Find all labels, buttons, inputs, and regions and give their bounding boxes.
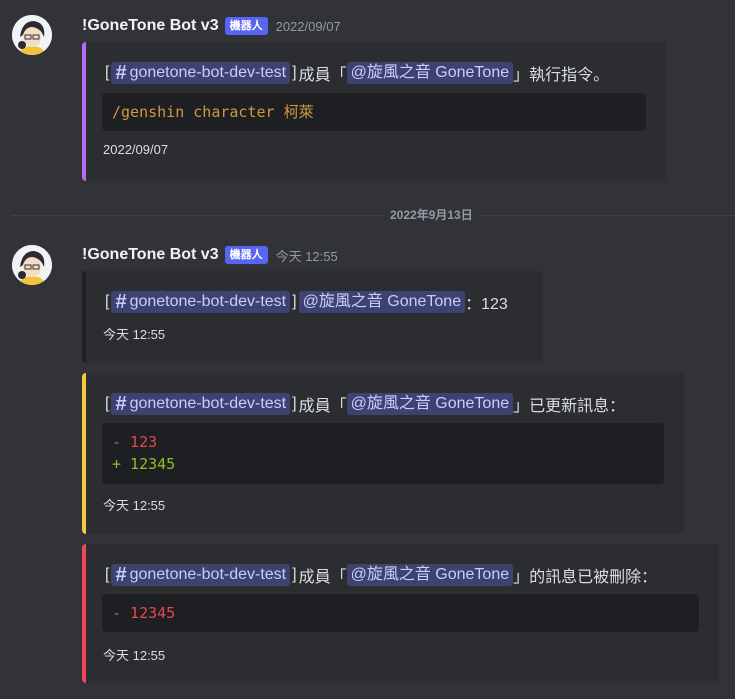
delete-embed: [ # gonetone-bot-dev-test ] 成員「 @旋風之音 Gon… <box>82 544 719 683</box>
text-pre: 成員「 <box>298 67 347 84</box>
bot-badge: 機器人 <box>224 246 268 264</box>
avatar[interactable] <box>12 15 52 55</box>
embed-description: [ # gonetone-bot-dev-test ] @旋風之音 GoneTon… <box>105 291 508 313</box>
user-mention[interactable]: @旋風之音 GoneTone <box>346 564 514 586</box>
username[interactable]: !GoneTone Bot v3 <box>82 246 219 264</box>
channel-mention[interactable]: # gonetone-bot-dev-test <box>111 564 291 586</box>
text-post: 」執行指令。 <box>513 67 610 84</box>
embed-description: [ # gonetone-bot-dev-test ] 成員「 @旋風之音 Gon… <box>105 62 610 84</box>
diff-added-line: + 12345 <box>112 455 176 473</box>
timestamp[interactable]: 今天 12:55 <box>276 246 338 265</box>
text-pre: 成員「 <box>298 569 347 586</box>
text-post: ：123 <box>465 296 508 313</box>
channel-mention[interactable]: # gonetone-bot-dev-test <box>111 62 291 84</box>
channel-mention[interactable]: # gonetone-bot-dev-test <box>111 393 291 415</box>
diff-code-block: - 12345 <box>102 594 699 632</box>
user-mention[interactable]: @旋風之音 GoneTone <box>298 291 466 313</box>
user-mention[interactable]: @旋風之音 GoneTone <box>346 62 514 84</box>
date-divider-label: 2022年9月13日 <box>384 206 479 224</box>
text-pre: 成員「 <box>298 398 347 415</box>
username[interactable]: !GoneTone Bot v3 <box>82 17 219 35</box>
code-line: /genshin character 柯萊 <box>112 103 314 121</box>
command-embed: [ # gonetone-bot-dev-test ] 成員「 @旋風之音 Gon… <box>82 42 666 181</box>
code-block: /genshin character 柯萊 <box>102 93 646 131</box>
message-header: !GoneTone Bot v3 機器人 今天 12:55 <box>82 243 338 267</box>
channel-hash-icon: # <box>115 393 127 415</box>
date-divider <box>12 215 735 216</box>
bot-badge: 機器人 <box>224 17 268 35</box>
embed-footer: 2022/09/07 <box>103 142 169 157</box>
channel-hash-icon: # <box>115 291 127 313</box>
diff-removed-line: - 123 <box>112 433 158 451</box>
message-embed: [ # gonetone-bot-dev-test ] @旋風之音 GoneTon… <box>82 271 543 363</box>
diff-removed-line: - 12345 <box>112 604 176 622</box>
message-header: !GoneTone Bot v3 機器人 2022/09/07 <box>82 14 341 38</box>
channel-hash-icon: # <box>115 564 127 586</box>
embed-footer: 今天 12:55 <box>103 327 166 342</box>
avatar[interactable] <box>12 245 52 285</box>
channel-mention[interactable]: # gonetone-bot-dev-test <box>111 291 291 313</box>
embed-description: [ # gonetone-bot-dev-test ] 成員「 @旋風之音 Gon… <box>105 564 658 586</box>
text-post: 」的訊息已被刪除： <box>513 569 658 586</box>
timestamp[interactable]: 2022/09/07 <box>276 19 341 34</box>
channel-hash-icon: # <box>115 62 127 84</box>
user-mention[interactable]: @旋風之音 GoneTone <box>346 393 514 415</box>
embed-description: [ # gonetone-bot-dev-test ] 成員「 @旋風之音 Gon… <box>105 393 626 415</box>
edit-embed: [ # gonetone-bot-dev-test ] 成員「 @旋風之音 Gon… <box>82 373 684 534</box>
diff-code-block: - 123 + 12345 <box>102 423 664 484</box>
embed-footer: 今天 12:55 <box>103 498 166 513</box>
embed-footer: 今天 12:55 <box>103 648 166 663</box>
text-post: 」已更新訊息： <box>513 398 626 415</box>
